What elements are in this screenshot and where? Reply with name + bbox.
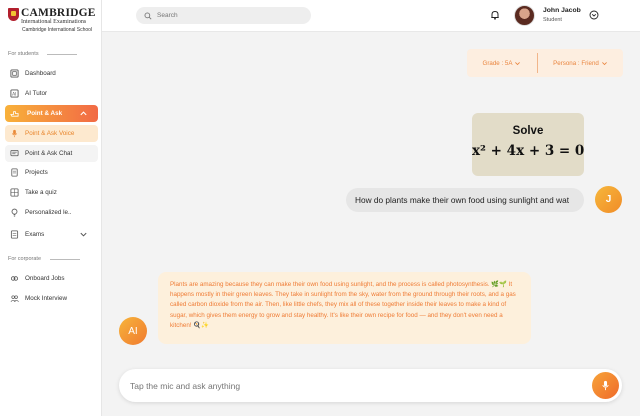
crest-icon	[8, 8, 19, 21]
sidebar-item-label: Point & Ask Voice	[25, 130, 75, 137]
document-icon	[10, 168, 19, 177]
sidebar-item-take-quiz[interactable]: Take a quiz	[5, 184, 98, 201]
filter-bar: Grade : 5A Persona : Friend	[467, 49, 623, 77]
svg-text:AI: AI	[12, 92, 16, 98]
microphone-icon	[10, 129, 19, 138]
user-message-bubble: How do plants make their own food using …	[346, 188, 584, 212]
hand-point-icon	[10, 109, 19, 118]
chevron-down-icon[interactable]	[79, 230, 88, 239]
section-label-students: For students	[8, 51, 39, 57]
sidebar-item-label: Projects	[25, 169, 48, 176]
sidebar-item-point-ask[interactable]: Point & Ask	[5, 105, 98, 122]
search-icon	[144, 12, 152, 20]
user-name: John Jacob	[543, 7, 581, 14]
sidebar-item-mock-interview[interactable]: Mock Interview	[5, 290, 98, 307]
sidebar-item-point-ask-voice[interactable]: Point & Ask Voice	[5, 125, 98, 142]
chat-icon	[10, 149, 19, 158]
sidebar-item-label: Personalized le..	[25, 209, 72, 216]
sidebar-item-exams[interactable]: Exams	[5, 226, 98, 243]
sidebar-item-label: Point & Ask	[27, 110, 63, 117]
link-icon	[10, 274, 19, 283]
grade-dropdown[interactable]: Grade : 5A	[467, 53, 538, 73]
sidebar-item-label: AI Tutor	[25, 90, 48, 97]
mic-button[interactable]	[592, 372, 619, 399]
brand-line2: International Examinations	[21, 19, 87, 25]
chevron-down-icon	[601, 61, 607, 65]
problem-image-card: Solve x² + 4x + 3 = 0	[472, 113, 584, 176]
ai-avatar: AI	[119, 317, 147, 345]
sidebar-item-onboard-jobs[interactable]: Onboard Jobs	[5, 270, 98, 287]
top-bar: John Jacob Student	[102, 0, 640, 32]
exam-icon	[10, 230, 19, 239]
search-input[interactable]	[157, 12, 297, 19]
bell-icon[interactable]	[490, 10, 500, 20]
chevron-up-icon[interactable]	[79, 109, 88, 118]
chevron-down-icon	[515, 61, 521, 65]
ai-tutor-icon: AI	[10, 89, 19, 98]
brand-line1: CAMBRIDGE	[21, 7, 96, 19]
sidebar-item-label: Point & Ask Chat	[25, 150, 73, 157]
sidebar-item-label: Take a quiz	[25, 189, 57, 196]
chevron-circle-down-icon[interactable]	[589, 10, 599, 20]
user-avatar: J	[595, 186, 622, 213]
sidebar-item-label: Mock Interview	[25, 295, 67, 302]
divider	[47, 54, 77, 55]
sidebar-item-label: Exams	[25, 231, 45, 238]
divider	[50, 259, 80, 260]
sidebar-item-point-ask-chat[interactable]: Point & Ask Chat	[5, 145, 98, 162]
brand-line3: Cambridge International School	[22, 27, 93, 33]
sidebar-item-ai-tutor[interactable]: AI AI Tutor	[5, 85, 98, 102]
dashboard-icon	[10, 69, 19, 78]
sidebar-item-label: Onboard Jobs	[25, 275, 65, 282]
problem-title: Solve	[512, 125, 544, 137]
sidebar-item-label: Dashboard	[25, 70, 56, 77]
school-logo[interactable]: CAMBRIDGE International Examinations Cam…	[8, 6, 98, 36]
sidebar-item-projects[interactable]: Projects	[5, 164, 98, 181]
grade-label: Grade : 5A	[482, 59, 513, 67]
sidebar: CAMBRIDGE International Examinations Cam…	[0, 0, 102, 416]
persona-label: Persona : Friend	[553, 59, 599, 67]
persona-dropdown[interactable]: Persona : Friend	[538, 49, 623, 77]
quiz-icon	[10, 188, 19, 197]
avatar[interactable]	[514, 5, 535, 26]
ai-message-bubble: Plants are amazing because they can make…	[158, 272, 531, 344]
section-label-corporate: For corporate	[8, 256, 42, 262]
sidebar-item-dashboard[interactable]: Dashboard	[5, 65, 98, 82]
user-role: Student	[543, 17, 562, 23]
search-box[interactable]	[136, 7, 311, 24]
problem-equation: x² + 4x + 3 = 0	[472, 143, 585, 159]
sidebar-item-personalized[interactable]: Personalized le..	[5, 204, 98, 221]
bulb-icon	[10, 208, 19, 217]
people-icon	[10, 294, 19, 303]
message-input[interactable]	[130, 380, 570, 391]
microphone-icon	[602, 380, 609, 391]
message-composer	[119, 369, 622, 402]
